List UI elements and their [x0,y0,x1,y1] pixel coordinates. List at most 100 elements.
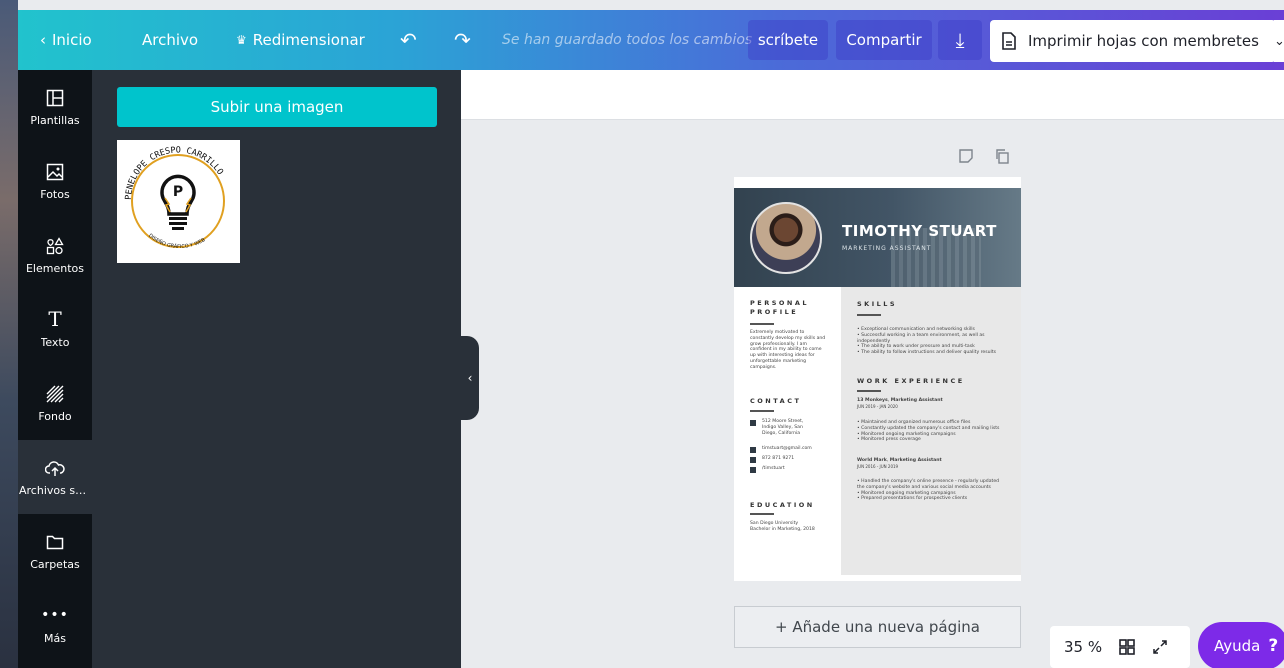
save-status: Se han guardado todos los cambios [502,32,753,48]
work-title: WORK EXPERIENCE [857,377,965,385]
top-bar: ‹ Inicio Archivo ♛ Redimensionar ↶ ↷ Se … [18,10,1284,70]
upload-image-button[interactable]: Subir una imagen [117,87,437,127]
rail-label: Elementos [25,261,84,275]
contact-email: timstuart@gmail.com [762,446,812,451]
background-icon [46,385,64,402]
profile-photo [750,202,822,274]
divider [857,314,881,316]
rail-label: Carpetas [30,557,80,571]
resume-role: MARKETING ASSISTANT [842,245,932,252]
job-bullet: • Monitored press coverage [857,437,921,443]
print-letterhead-button[interactable]: Imprimir hojas con membretes [990,20,1276,62]
photo-icon [46,163,64,180]
rail-item-uploads[interactable]: Archivos su... [18,440,92,514]
rail-item-folders[interactable]: Carpetas [18,514,92,588]
profile-text: Extremely motivated to constantly develo… [750,330,826,370]
help-button[interactable]: Ayuda ? [1198,622,1284,668]
add-page-button[interactable]: + Añade una nueva página [734,606,1021,648]
rail-item-templates[interactable]: Plantillas [18,70,92,144]
rail-label: Más [44,631,66,645]
location-icon [750,420,756,426]
print-label: Imprimir hojas con membretes [1028,32,1259,50]
note-icon[interactable] [958,148,974,164]
resize-button[interactable]: ♛ Redimensionar [236,31,365,49]
undo-icon[interactable]: ↶ [400,28,417,52]
resume-name: TIMOTHY STUART [842,222,997,240]
upload-icon [45,460,65,476]
rail-label: Fondo [38,409,72,423]
redo-icon[interactable]: ↷ [454,28,471,52]
divider [857,390,881,392]
subscribe-button[interactable]: scríbete [748,20,828,60]
folder-icon [46,535,64,549]
rail-item-text[interactable]: T Texto [18,292,92,366]
linkedin-icon [750,467,756,473]
rail-label: Texto [40,335,70,349]
job1-heading: 13 Monkeys, Marketing Assistant [857,398,943,403]
skills-title: SKILLS [857,300,898,308]
rail-item-more[interactable]: ••• Más [18,588,92,662]
resize-label: Redimensionar [252,31,365,49]
home-label: Inicio [52,31,92,49]
logo-text-bottom: DISEÑO GRÁFICO Y WEB [147,233,207,250]
job2-dates: JUN 2016 - JUN 2019 [857,464,899,469]
divider [750,410,774,412]
chevron-left-icon: ‹ [467,371,473,385]
help-label: Ayuda [1214,637,1261,655]
grid-view-icon[interactable] [1118,638,1136,656]
resume-page[interactable]: TIMOTHY STUART MARKETING ASSISTANT PERSO… [734,177,1021,581]
rail-item-elements[interactable]: Elementos [18,218,92,292]
job2-heading: World Mark, Marketing Assistant [857,458,942,463]
uploaded-logo-thumbnail[interactable]: PENELOPE CRESPO CARRILLO DISEÑO GRÁFICO … [117,140,240,263]
job2-bullets: • Handled the company's online presence … [857,479,1007,502]
zoom-value[interactable]: 35 % [1064,638,1102,656]
skill-item: • Successful working in a team environme… [857,332,985,344]
contact-title: CONTACT [750,397,802,405]
chevron-down-icon[interactable]: ⌄ [1274,20,1284,62]
email-icon [750,447,756,453]
home-button[interactable]: ‹ Inicio [40,31,92,49]
elements-icon [46,236,64,254]
desktop-background-strip [0,0,18,668]
skill-item: • The ability to follow instructions and… [857,350,997,356]
uploads-panel: Subir una imagen PENELOPE CRESPO CARRILL… [92,70,461,668]
job-bullet: • Prepared presentations for prospective… [857,496,968,502]
more-icon: ••• [41,606,69,623]
rail-label: Plantillas [30,113,80,127]
crown-icon: ♛ [236,33,247,47]
education-school: San Diego University [750,521,799,526]
divider [750,323,774,325]
share-button[interactable]: Compartir [836,20,932,60]
rail-label: Fotos [40,187,70,201]
phone-icon [750,457,756,463]
skills-list: • Exceptional communication and networki… [857,327,1007,356]
fullscreen-icon[interactable] [1152,639,1168,655]
contact-phone: 872 871 9271 [762,456,795,461]
template-icon [46,89,64,106]
document-icon [1002,32,1016,50]
job1-bullets: • Maintained and organized numerous offi… [857,420,1007,443]
side-rail: Plantillas Fotos Elementos T Texto Fondo… [18,70,92,668]
download-icon[interactable]: ⤓ [938,20,982,60]
rail-item-background[interactable]: Fondo [18,366,92,440]
contact-address: 512 Moore Street, Indigo Valley, San Die… [762,419,804,436]
rail-item-photos[interactable]: Fotos [18,144,92,218]
education-degree: Bachelor in Marketing, 2018 [750,527,815,532]
question-icon: ? [1268,636,1279,656]
job-bullet: • Handled the company's online presence … [857,479,1000,490]
text-icon: T [48,306,62,331]
rail-label: Archivos su... [19,483,91,497]
job1-dates: JUN 2019 - JAN 2020 [857,404,898,409]
logo-image: PENELOPE CRESPO CARRILLO DISEÑO GRÁFICO … [124,145,225,250]
profile-title: PERSONAL PROFILE [750,299,810,316]
logo-letter: P [173,184,183,200]
svg-text:DISEÑO GRÁFICO Y WEB: DISEÑO GRÁFICO Y WEB [147,233,207,250]
page-actions [958,148,1010,164]
file-menu-button[interactable]: Archivo [142,31,198,49]
divider [750,513,774,515]
contact-linkedin: /timstuart [762,466,785,471]
zoom-controls: 35 % [1050,626,1190,668]
duplicate-icon[interactable] [994,148,1010,164]
chevron-left-icon: ‹ [40,31,46,49]
collapse-panel-button[interactable]: ‹ [461,336,479,420]
